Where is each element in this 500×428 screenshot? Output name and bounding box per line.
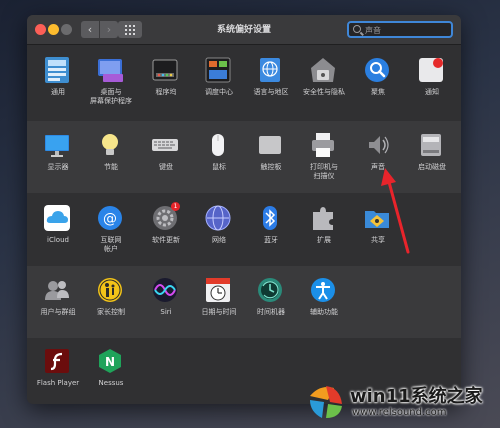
show-all-grid-button[interactable] [118, 21, 142, 38]
close-button[interactable] [35, 24, 46, 35]
spotlight-icon [365, 58, 389, 82]
watermark: win11系统之家 www.relsound.com [300, 378, 496, 424]
pane-label: 启动磁盘 [418, 163, 446, 171]
search-icon [353, 25, 361, 33]
pane-row: 显示器 节能 键盘 鼠标 触控板 打印机与 扫描仪 声音 启动磁盘 [27, 121, 461, 193]
pane-energy-saver[interactable]: 节能 [80, 125, 142, 191]
flash-player-icon [45, 349, 69, 373]
pane-accessibility[interactable]: 辅助功能 [293, 270, 355, 336]
system-preferences-window: ‹ › 系统偏好设置 通用桌面与 屏幕保护程序程序坞调度中心语言与地区安全性与隐… [27, 15, 461, 404]
desktop-icon [98, 59, 123, 82]
printers-scanners-icon [312, 133, 334, 157]
back-button[interactable]: ‹ [81, 21, 99, 38]
keyboard-icon [152, 139, 178, 151]
pane-label: 声音 [371, 163, 385, 171]
svg-text:@: @ [103, 211, 117, 227]
pane-row: 通用 桌面与 屏幕保护程序 程序坞 调度中心 语言与地区 安全性与隐私 聚焦 通知 [27, 46, 461, 118]
pane-label: 扩展 [317, 236, 331, 244]
sound-icon [369, 136, 389, 154]
pane-label: 辅助功能 [310, 308, 338, 316]
pane-label: 安全性与隐私 [303, 88, 345, 96]
forward-button[interactable]: › [100, 21, 118, 38]
network-icon [205, 205, 231, 231]
parental-controls-icon [98, 278, 122, 302]
pane-label: 桌面与 屏幕保护程序 [90, 88, 132, 105]
pane-label: 家长控制 [97, 308, 125, 316]
pane-notifications[interactable]: 通知 [401, 50, 461, 116]
time-machine-icon [258, 278, 282, 302]
search-input[interactable] [365, 24, 447, 36]
siri-icon [153, 278, 177, 302]
update-count-badge: 1 [171, 202, 180, 211]
pane-internet-accounts[interactable]: @ 互联网 帐户 [80, 198, 142, 264]
pane-spotlight[interactable]: 聚焦 [347, 50, 409, 116]
watermark-title: win11系统之家 [350, 386, 483, 407]
extensions-icon [313, 207, 333, 230]
pane-sound[interactable]: 声音 [347, 125, 409, 191]
sharing-icon [365, 211, 389, 228]
watermark-url: www.relsound.com [352, 407, 447, 418]
language-region-icon [260, 58, 280, 82]
accessibility-icon [311, 278, 335, 302]
pane-parental-controls[interactable]: 家长控制 [80, 270, 142, 336]
pane-startup-disk[interactable]: 启动磁盘 [401, 125, 461, 191]
trackpad-icon [259, 136, 281, 154]
bluetooth-icon [263, 206, 277, 230]
pane-extensions[interactable]: 扩展 [293, 198, 355, 264]
pane-nessus[interactable]: N Nessus [80, 341, 142, 404]
minimize-button[interactable] [48, 24, 59, 35]
mouse-icon [212, 134, 224, 156]
pane-label: 节能 [104, 163, 118, 171]
dock-icon [152, 59, 178, 81]
notifications-icon [419, 58, 443, 82]
users-groups-icon [45, 281, 69, 300]
pane-label: 共享 [371, 236, 385, 244]
icloud-icon [44, 205, 70, 231]
pane-sharing[interactable]: 共享 [347, 198, 409, 264]
nessus-icon: N [99, 349, 121, 373]
mission-control-icon [205, 57, 231, 83]
internet-accounts-icon: @ [98, 206, 122, 230]
watermark-logo-icon [310, 386, 342, 418]
zoom-button[interactable] [61, 24, 72, 35]
displays-icon [45, 135, 69, 157]
general-icon [45, 57, 69, 83]
pane-label: 通知 [425, 88, 439, 96]
svg-text:N: N [105, 355, 115, 369]
search-field[interactable] [347, 21, 453, 38]
title-bar: ‹ › 系统偏好设置 [27, 15, 461, 45]
security-privacy-icon [311, 58, 335, 82]
pane-security-privacy[interactable]: 安全性与隐私 [293, 50, 355, 116]
pane-printers-scanners[interactable]: 打印机与 扫描仪 [293, 125, 355, 191]
pane-row: 用户与群组 家长控制 Siri 日期与时间 时间机器 辅助功能 [27, 266, 461, 338]
pane-label: Nessus [98, 379, 124, 387]
pane-row: iCloud @ 互联网 帐户 1 软件更新 网络 蓝牙 扩展 共享 [27, 194, 461, 266]
pane-desktop[interactable]: 桌面与 屏幕保护程序 [80, 50, 142, 116]
pane-label: 聚焦 [371, 88, 385, 96]
startup-disk-icon [421, 134, 441, 156]
pane-label: 互联网 帐户 [100, 236, 122, 253]
energy-saver-icon [102, 134, 118, 155]
date-time-icon [206, 278, 230, 302]
pane-label: 打印机与 扫描仪 [310, 163, 338, 180]
